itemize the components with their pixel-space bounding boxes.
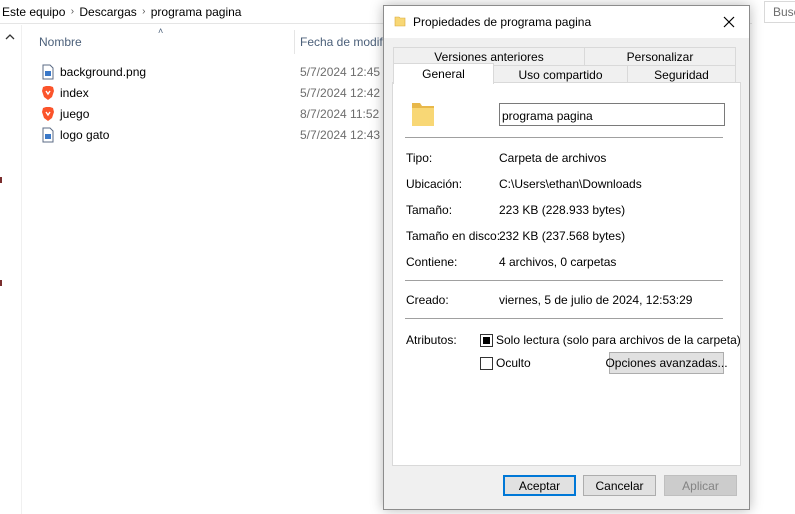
contains-label: Contiene: [406,255,458,269]
size-on-disk-label: Tamaño en disco: [406,229,501,243]
file-row[interactable]: background.png 5/7/2024 12:45 [38,61,388,82]
refresh-icon[interactable] [752,0,764,24]
hidden-checkbox[interactable] [480,357,493,370]
close-button[interactable] [714,10,744,34]
chevron-right-icon[interactable]: › [65,6,79,17]
contains-value: 4 archivos, 0 carpetas [499,255,617,269]
image-file-icon [40,64,56,80]
dialog-title: Propiedades de programa pagina [413,15,592,29]
tab-personalizar[interactable]: Personalizar [584,47,736,65]
apply-button[interactable]: Aplicar [664,475,737,496]
cancel-label: Cancelar [595,478,644,493]
file-date: 8/7/2024 11:52 [300,106,380,121]
navigation-pane[interactable] [0,25,22,514]
file-row[interactable]: index 5/7/2024 12:42 [38,82,388,103]
folder-icon [410,99,436,129]
file-date: 5/7/2024 12:43 [300,127,381,142]
breadcrumb-descargas[interactable]: Descargas [79,5,136,19]
tab-label: Uso compartido [518,67,603,82]
file-row[interactable]: juego 8/7/2024 11:52 [38,103,388,124]
scroll-up-icon[interactable] [4,31,16,43]
indeterminate-mark [483,337,490,344]
location-value: C:\Users\ethan\Downloads [499,177,642,191]
cancel-button[interactable]: Cancelar [583,475,656,496]
ok-label: Aceptar [518,478,561,493]
column-header-date[interactable]: Fecha de modificación [300,30,385,54]
size-label: Tamaño: [406,203,453,217]
file-date: 5/7/2024 12:45 [300,64,381,79]
image-file-icon [40,127,56,143]
search-placeholder: Buscar [773,5,795,19]
size-on-disk-value: 232 KB (237.568 bytes) [499,229,626,243]
file-date: 5/7/2024 12:42 [300,85,381,100]
folder-name-field[interactable] [499,103,725,126]
readonly-checkbox-label[interactable]: Solo lectura (solo para archivos de la c… [496,333,741,347]
folder-icon [394,15,406,27]
tab-label: General [422,67,465,81]
close-icon[interactable] [723,16,735,28]
tab-uso-compartido[interactable]: Uso compartido [493,65,628,83]
column-header-name[interactable]: Nombre [39,30,294,54]
screen: Este equipo › Descargas › programa pagin… [0,0,795,514]
tab-label: Versiones anteriores [434,49,544,64]
type-value: Carpeta de archivos [499,151,607,165]
file-row[interactable]: logo gato 5/7/2024 12:43 [38,124,388,145]
brave-browser-icon [40,106,56,122]
tab-label: Personalizar [626,49,694,64]
advanced-options-label: Opciones avanzadas... [605,356,728,370]
nav-marker [0,280,2,286]
advanced-options-button[interactable]: Opciones avanzadas... [605,352,728,374]
column-divider[interactable] [294,30,295,54]
tab-seguridad[interactable]: Seguridad [627,65,736,83]
type-label: Tipo: [406,151,433,165]
location-label: Ubicación: [406,177,463,191]
breadcrumb-este-equipo[interactable]: Este equipo [2,5,65,19]
properties-dialog: Propiedades de programa pagina Versiones… [383,5,750,510]
nav-marker [0,177,2,183]
readonly-checkbox[interactable] [480,334,493,347]
chevron-right-icon[interactable]: › [137,6,151,17]
general-tab-panel: Tipo: Carpeta de archivos Ubicación: C:\… [392,82,741,466]
attributes-label: Atributos: [406,333,457,347]
file-name: background.png [60,64,147,79]
tab-general[interactable]: General [393,63,494,84]
created-label: Creado: [406,293,449,307]
file-name: juego [60,106,90,121]
hidden-checkbox-label[interactable]: Oculto [496,356,531,370]
divider [405,318,723,319]
file-name: index [60,85,89,100]
tab-label: Seguridad [654,67,709,82]
file-name: logo gato [60,127,110,142]
apply-label: Aplicar [682,478,719,493]
created-value: viernes, 5 de julio de 2024, 12:53:29 [499,293,693,307]
breadcrumb-programa-pagina[interactable]: programa pagina [151,5,242,19]
divider [405,137,723,138]
ok-button[interactable]: Aceptar [503,475,576,496]
dialog-titlebar[interactable]: Propiedades de programa pagina [384,6,749,38]
brave-browser-icon [40,85,56,101]
divider [405,280,723,281]
search-input[interactable]: Buscar [764,1,795,23]
size-value: 223 KB (228.933 bytes) [499,203,626,217]
